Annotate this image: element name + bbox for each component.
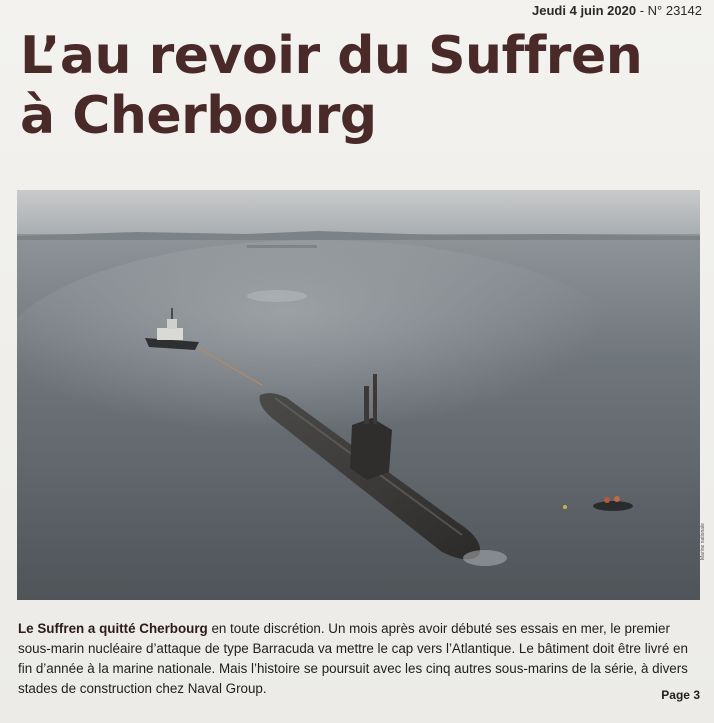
sky (17, 190, 700, 236)
issue-date: Jeudi 4 juin 2020 (532, 3, 637, 18)
caption: Le Suffren a quitté Cherbourg en toute d… (18, 619, 700, 699)
headline: L’au revoir du Suffren à Cherbourg (20, 26, 700, 146)
submarine-photo (17, 190, 700, 600)
dateline: Jeudi 4 juin 2020 - N° 23142 (532, 3, 702, 18)
headline-line-2: à Cherbourg (20, 86, 377, 146)
newspaper-page: Jeudi 4 juin 2020 - N° 23142 L’au revoir… (0, 0, 714, 723)
wake-foam (247, 290, 307, 302)
photo-illustration (17, 190, 700, 600)
issue-number: N° 23142 (647, 3, 702, 18)
photo-credit: Marine nationale (700, 523, 706, 560)
buoy (563, 505, 567, 509)
page-reference: Page 3 (661, 688, 700, 702)
caption-lead: Le Suffren a quitté Cherbourg (18, 621, 208, 636)
dateline-separator: - (636, 3, 648, 18)
headline-line-1: L’au revoir du Suffren (20, 26, 643, 86)
